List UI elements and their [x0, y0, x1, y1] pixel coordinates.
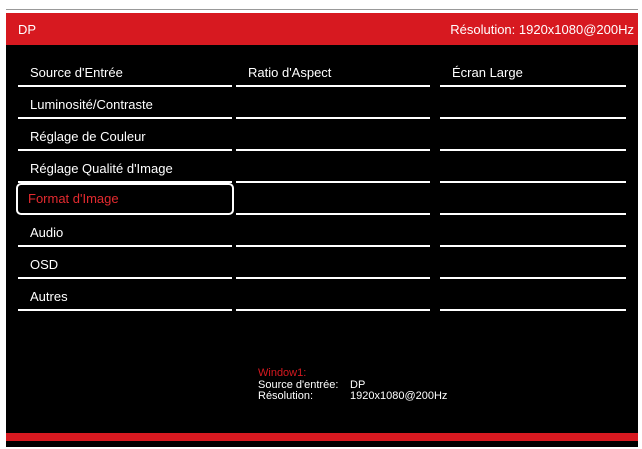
- menu-item-brightness-contrast[interactable]: Luminosité/Contraste: [18, 89, 232, 119]
- input-source-title: DP: [18, 22, 37, 37]
- osd-header: DP Résolution: 1920x1080@200Hz: [6, 13, 638, 45]
- menu-item-color-setting[interactable]: Réglage de Couleur: [18, 121, 232, 151]
- footer-accent-bar: [6, 433, 638, 441]
- submenu-empty-row: [236, 281, 430, 311]
- osd-menu: DP Résolution: 1920x1080@200Hz Source d'…: [6, 13, 638, 447]
- resolution-info-label: Résolution:: [258, 390, 314, 402]
- source-info-value: DP: [350, 378, 366, 391]
- option-empty-row: [440, 281, 626, 311]
- resolution-info-value: 1920x1080@200Hz: [350, 390, 448, 402]
- resolution-status: Résolution: 1920x1080@200Hz: [450, 22, 634, 37]
- menu-item-label: Réglage Qualité d'Image: [30, 161, 173, 176]
- option-empty-row: [440, 121, 626, 151]
- submenu-empty-row: [236, 249, 430, 279]
- menu-item-image-format[interactable]: Format d'Image: [16, 183, 234, 215]
- submenu-empty-row: [236, 153, 430, 183]
- option-empty-row: [440, 153, 626, 183]
- window-info-panel: Window1: Source d'entrée: DP Résolution: 1…: [258, 367, 448, 403]
- menu-item-source-input[interactable]: Source d'Entrée: [18, 57, 232, 87]
- submenu-empty-row: [236, 121, 430, 151]
- menu-item-label: Source d'Entrée: [30, 65, 123, 80]
- menu-item-audio[interactable]: Audio: [18, 217, 232, 247]
- menu-item-osd[interactable]: OSD: [18, 249, 232, 279]
- menu-item-label: Autres: [30, 289, 68, 304]
- menu-item-label: OSD: [30, 257, 59, 272]
- submenu-empty-row: [236, 89, 430, 119]
- submenu-item-label: Ratio d'Aspect: [248, 65, 332, 80]
- menu-item-others[interactable]: Autres: [18, 281, 232, 311]
- option-empty-row: [440, 217, 626, 247]
- menu-item-label: Luminosité/Contraste: [30, 97, 153, 112]
- submenu-item-aspect-ratio[interactable]: Ratio d'Aspect: [236, 57, 430, 87]
- option-label: Écran Large: [452, 65, 523, 80]
- option-empty-row: [440, 89, 626, 119]
- option-empty-row: [440, 249, 626, 279]
- submenu-empty-row: [236, 217, 430, 247]
- menu-item-label: Audio: [30, 225, 64, 240]
- menu-item-label: Format d'Image: [28, 191, 119, 206]
- option-empty-row: [440, 185, 626, 215]
- option-wide-screen[interactable]: Écran Large: [440, 57, 626, 87]
- menu-item-label: Réglage de Couleur: [30, 129, 146, 144]
- top-border-line: [6, 9, 638, 10]
- menu-item-picture-quality[interactable]: Réglage Qualité d'Image: [18, 153, 232, 183]
- resolution-info-row: Résolution: 1920x1080@200Hz: [258, 390, 448, 403]
- submenu-empty-row: [236, 185, 430, 215]
